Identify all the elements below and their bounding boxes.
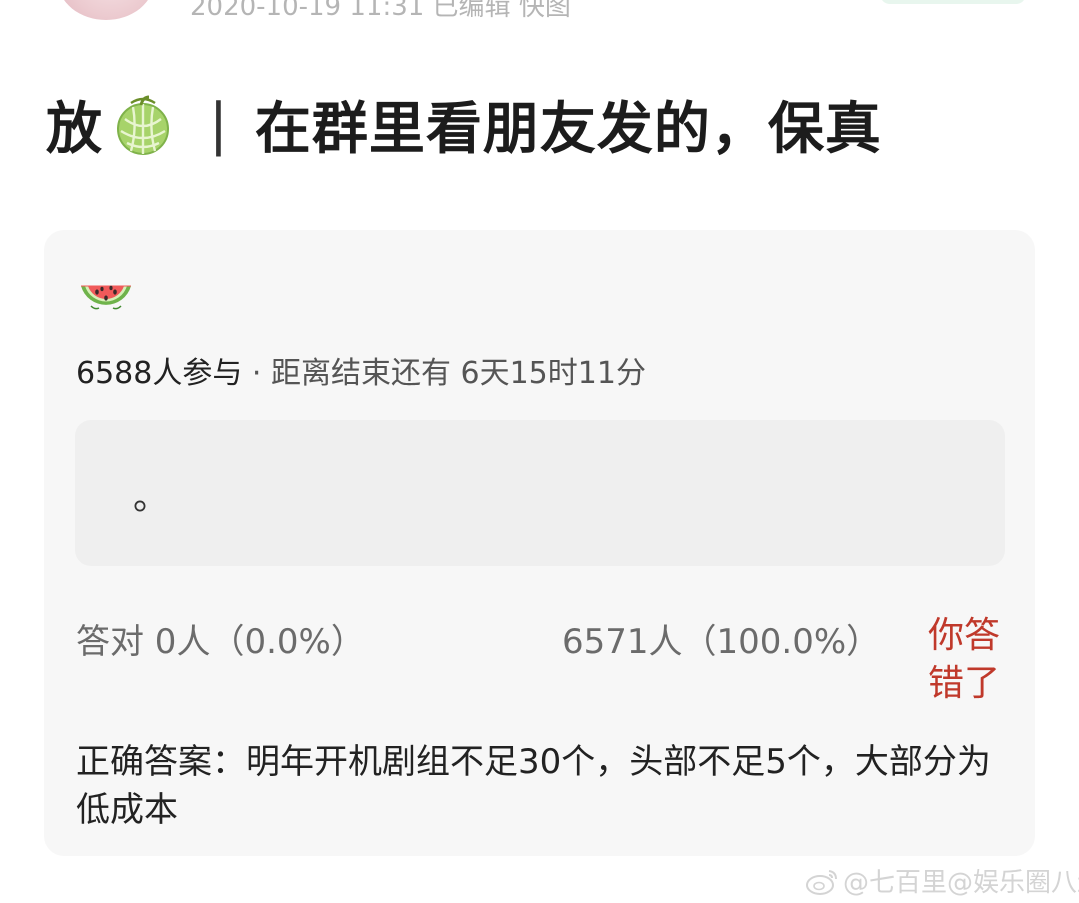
quiz-card: 6588人参与 · 距离结束还有 6天15时11分 。 答对 0人（0.0%） …: [44, 230, 1035, 856]
watermark: @七百里@娱乐圈八卦: [805, 862, 1079, 899]
weibo-icon: [806, 869, 837, 895]
title-separator: |: [209, 92, 229, 157]
option-text: 。: [133, 477, 170, 518]
wrong-answer-tag: 你答错了: [928, 615, 1001, 704]
watermark-text: @七百里@娱乐圈八卦: [843, 868, 1079, 898]
post-meta: 2020-10-19 11:31 已编辑 快图: [190, 0, 571, 22]
deadline-countdown: · 距离结束还有 6天15时11分: [242, 356, 646, 391]
follow-button[interactable]: [880, 0, 1026, 4]
correct-answer-text: 正确答案：明年开机剧组不足30个，头部不足5个，大部分为低成本: [76, 742, 991, 830]
quiz-stats: 6588人参与 · 距离结束还有 6天15时11分: [76, 348, 646, 392]
correct-result: 答对 0人（0.0%）: [76, 622, 365, 662]
title-text: 在群里看朋友发的，保真: [254, 97, 882, 162]
post-page: 2020-10-19 11:31 已编辑 快图 放 | 在群里看朋友发的，保真: [0, 0, 1079, 903]
quiz-option[interactable]: 。: [75, 420, 1005, 566]
wrong-result: 6571人（100.0%）: [562, 622, 881, 662]
title-prefix: 放: [46, 97, 103, 162]
melon-icon: [117, 95, 169, 155]
participant-count: 6588人参与: [76, 356, 243, 391]
post-title: 放 | 在群里看朋友发的，保真: [46, 84, 882, 165]
watermelon-icon: [81, 285, 131, 310]
avatar[interactable]: [58, 0, 154, 20]
